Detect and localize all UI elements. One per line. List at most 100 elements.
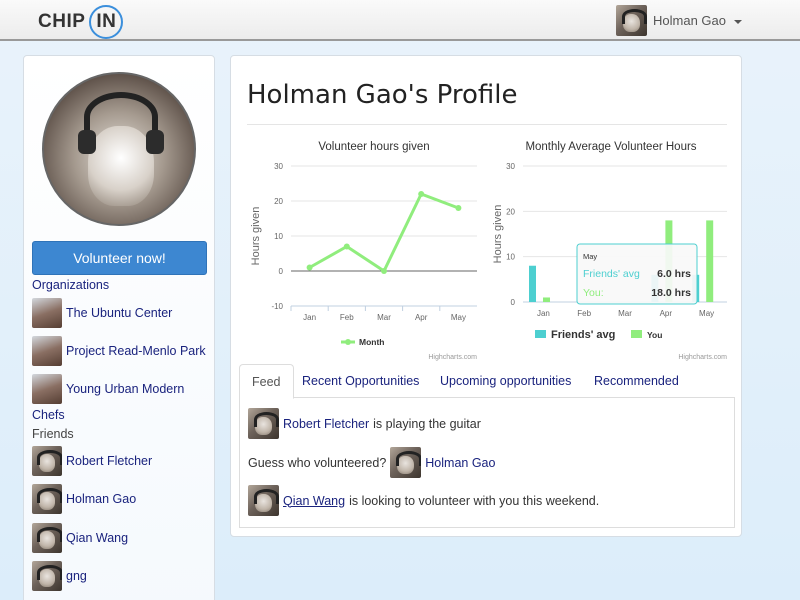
- x-tick-label: May: [451, 313, 466, 322]
- tooltip-series-value: 18.0 hrs: [651, 287, 691, 299]
- legend-swatch: [535, 330, 546, 338]
- headphone-left-shape: [78, 130, 96, 154]
- y-tick-label: 10: [274, 232, 283, 241]
- data-point: [418, 191, 425, 197]
- x-tick-label: Jan: [537, 309, 550, 318]
- y-axis-title: Hours given: [250, 207, 262, 266]
- tooltip-series-value: 6.0 hrs: [657, 268, 691, 280]
- cat-avatar-icon: [32, 561, 62, 591]
- org-thumbnail: [32, 374, 62, 404]
- y-tick-label: 0: [279, 267, 284, 276]
- friend-name: Robert Fletcher: [66, 454, 153, 468]
- x-tick-label: Mar: [377, 313, 391, 322]
- x-tick-label: Apr: [660, 309, 673, 318]
- friend-item-gng[interactable]: gng: [32, 561, 87, 591]
- friend-item-robert-fletcher[interactable]: Robert Fletcher: [32, 446, 152, 476]
- user-menu[interactable]: Holman Gao: [616, 5, 742, 36]
- tab-upcoming-opportunities[interactable]: Upcoming opportunities: [428, 364, 583, 398]
- data-point: [455, 205, 462, 211]
- friend-name: Qian Wang: [66, 531, 129, 545]
- volunteer-hours-line-chart: Volunteer hours given Hours given -10 0 10 20…: [250, 141, 477, 361]
- data-point: [343, 243, 350, 250]
- tooltip-series-label: Friends' avg: [583, 268, 640, 280]
- y-tick-label: 10: [506, 253, 515, 262]
- x-tick-label: Apr: [415, 313, 428, 322]
- y-tick-label: 30: [274, 162, 283, 171]
- cat-avatar-icon: [32, 523, 62, 553]
- top-navbar: CHIP IN Holman Gao: [0, 0, 800, 41]
- x-tick-label: Mar: [618, 309, 632, 318]
- tooltip-header: May: [583, 252, 597, 261]
- tooltip-series-label: You:: [583, 287, 604, 299]
- profile-main-panel: Holman Gao's Profile Volunteer hours giv…: [230, 55, 742, 537]
- data-point: [306, 264, 313, 271]
- bar-you: [706, 220, 714, 302]
- legend-swatch: [631, 330, 642, 338]
- y-tick-label: 20: [274, 197, 283, 206]
- volunteer-now-button[interactable]: Volunteer now!: [32, 241, 207, 275]
- bar-you: [543, 297, 550, 302]
- cat-avatar-icon: [32, 484, 62, 514]
- feed-user-link[interactable]: Holman Gao: [425, 456, 495, 470]
- feed-panel: Robert Fletcher is playing the guitar Gu…: [239, 398, 735, 528]
- feed-text: is looking to volunteer with you this we…: [349, 493, 600, 508]
- legend-label: Friends' avg: [551, 329, 615, 341]
- page-title: Holman Gao's Profile: [247, 80, 518, 110]
- chart-title: Volunteer hours given: [318, 141, 429, 153]
- org-item-young-urban-modern[interactable]: Young Urban Modern: [32, 374, 184, 404]
- tab-recent-opportunities[interactable]: Recent Opportunities: [290, 364, 431, 398]
- friend-name: gng: [66, 569, 87, 583]
- feed-item: Robert Fletcher is playing the guitar: [248, 408, 481, 439]
- y-tick-label: 0: [511, 298, 516, 307]
- org-name-continuation[interactable]: Chefs: [32, 408, 65, 422]
- bar-friends-avg: [529, 265, 536, 302]
- x-tick-label: May: [699, 309, 714, 318]
- feed-tabs: Feed Recent Opportunities Upcoming oppor…: [239, 364, 735, 399]
- monthly-average-bar-chart: Monthly Average Volunteer Hours Hours giv…: [492, 141, 727, 361]
- chipin-logo[interactable]: CHIP IN: [38, 5, 124, 39]
- org-thumbnail: [32, 336, 62, 366]
- org-item-ubuntu-center[interactable]: The Ubuntu Center: [32, 298, 172, 328]
- chart-credit: Highcharts.com: [428, 354, 477, 361]
- logo-text-in: IN: [96, 11, 117, 32]
- cat-avatar-icon[interactable]: [248, 485, 279, 516]
- data-point: [381, 268, 387, 274]
- feed-user-link[interactable]: Qian Wang: [283, 494, 345, 508]
- logo-ring: IN: [89, 5, 124, 39]
- feed-user-link[interactable]: Robert Fletcher: [283, 417, 369, 431]
- feed-text: Guess who volunteered?: [248, 455, 387, 470]
- logo-text-chip: CHIP: [38, 11, 86, 32]
- legend-label: You: [647, 330, 662, 340]
- cat-avatar-icon: [32, 446, 62, 476]
- profile-photo: [42, 72, 196, 226]
- chart-credit: Highcharts.com: [678, 354, 727, 361]
- tab-feed[interactable]: Feed: [239, 364, 294, 399]
- organizations-heading[interactable]: Organizations: [32, 278, 109, 292]
- org-item-project-read[interactable]: Project Read-Menlo Park: [32, 336, 206, 366]
- legend-label-month: Month: [359, 337, 385, 347]
- cat-avatar-icon[interactable]: [248, 408, 279, 439]
- x-tick-label: Jan: [303, 313, 316, 322]
- chart-title: Monthly Average Volunteer Hours: [525, 141, 696, 153]
- org-name: Young Urban Modern: [66, 382, 185, 396]
- y-tick-label: 30: [506, 162, 515, 171]
- x-tick-label: Feb: [577, 309, 591, 318]
- feed-text: is playing the guitar: [373, 416, 481, 431]
- title-divider: [247, 124, 727, 125]
- legend-marker-month: [345, 339, 351, 345]
- y-axis-title: Hours given: [492, 205, 504, 264]
- friend-name: Holman Gao: [66, 492, 137, 506]
- series-line-month: [308, 192, 459, 274]
- chevron-down-icon: [733, 19, 742, 24]
- headphone-right-shape: [146, 130, 164, 154]
- org-name: Project Read-Menlo Park: [66, 344, 206, 358]
- tab-recommended[interactable]: Recommended: [582, 364, 691, 398]
- feed-item: Qian Wang is looking to volunteer with y…: [248, 485, 599, 516]
- profile-sidebar: Volunteer now! Organizations The Ubuntu …: [23, 55, 215, 600]
- user-avatar-icon: [616, 5, 647, 36]
- friend-item-qian-wang[interactable]: Qian Wang: [32, 523, 128, 553]
- friend-item-holman-gao[interactable]: Holman Gao: [32, 484, 136, 514]
- feed-item: Guess who volunteered? Holman Gao: [248, 447, 495, 478]
- cat-avatar-icon[interactable]: [390, 447, 422, 478]
- org-thumbnail: [32, 298, 62, 328]
